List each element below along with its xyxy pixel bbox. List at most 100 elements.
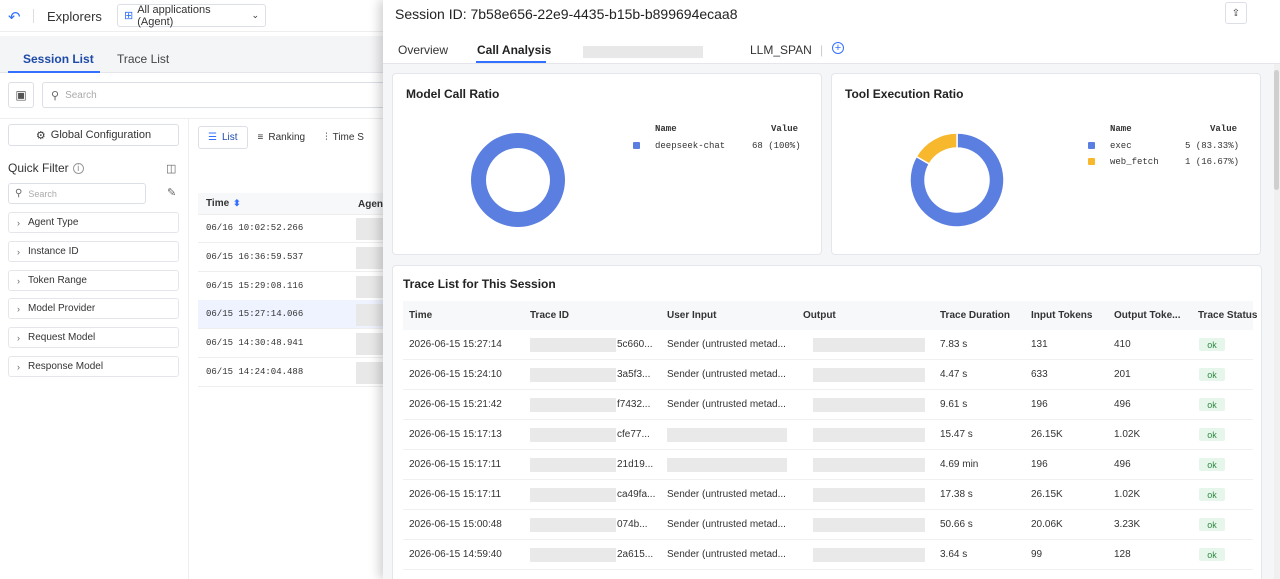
column-header-trace-duration[interactable]: Trace Duration	[940, 310, 1010, 321]
legend-item-name: web_fetch	[1110, 157, 1159, 167]
column-header-output[interactable]: Output	[803, 310, 836, 321]
redacted-output	[813, 458, 925, 472]
global-configuration-label: Global Configuration	[50, 129, 152, 141]
redacted-tab[interactable]	[583, 46, 703, 58]
trace-table-header: Time Trace ID User Input Output Trace Du…	[403, 301, 1257, 330]
export-button[interactable]: ⇪	[1225, 2, 1247, 24]
trace-time: 2026-06-15 14:59:40	[409, 549, 502, 560]
trace-output-tokens: 201	[1114, 369, 1131, 380]
session-time: 06/15 15:27:14.066	[206, 309, 304, 319]
sort-icon[interactable]: ⬍	[233, 198, 241, 209]
column-header-trace-id[interactable]: Trace ID	[530, 310, 569, 321]
status-badge: ok	[1199, 548, 1225, 561]
info-icon[interactable]: i	[72, 162, 84, 174]
add-tab-icon[interactable]: +	[832, 42, 844, 54]
donut-slice-web_fetch[interactable]	[915, 132, 958, 166]
trace-output-tokens: 1.02K	[1114, 429, 1141, 440]
edit-icon[interactable]: ✎	[167, 186, 176, 199]
chevron-right-icon: ›	[17, 332, 20, 343]
search-icon: ⚲	[15, 188, 23, 199]
filter-model-provider[interactable]: › Model Provider	[8, 298, 179, 319]
scrollbar-thumb[interactable]	[1274, 70, 1279, 190]
redacted-trace-id	[530, 518, 616, 532]
filter-toggle-button[interactable]: ▣	[8, 82, 34, 108]
filter-token-range[interactable]: › Token Range	[8, 270, 179, 291]
active-tab-indicator	[476, 61, 546, 63]
filter-label: Token Range	[28, 275, 87, 286]
tab-llm-span[interactable]: LLM_SPAN	[750, 43, 812, 57]
collapse-panel-icon[interactable]: ◫	[166, 162, 176, 175]
session-time: 06/15 16:36:59.537	[206, 252, 304, 262]
column-header-trace-status[interactable]: Trace Status	[1198, 310, 1257, 321]
status-badge: ok	[1199, 518, 1225, 531]
tab-overview[interactable]: Overview	[398, 43, 448, 57]
trace-input-tokens: 26.15K	[1031, 429, 1063, 440]
session-table-header: Time ⬍	[198, 193, 383, 215]
trace-output-tokens: 496	[1114, 399, 1131, 410]
trace-input-tokens: 633	[1031, 369, 1048, 380]
redacted-cell	[356, 333, 383, 355]
session-detail-drawer: Session ID: 7b58e656-22e9-4435-b15b-b899…	[383, 0, 1280, 579]
redacted-output	[813, 368, 925, 382]
redacted-trace-id	[530, 428, 616, 442]
view-tab-time-series[interactable]: ⫶ Time S	[315, 126, 374, 149]
ranking-icon: ≡	[257, 132, 264, 143]
filter-response-model[interactable]: › Response Model	[8, 356, 179, 377]
breadcrumb-explorers[interactable]: Explorers	[47, 9, 102, 24]
search-input[interactable]: ⚲ Search	[42, 82, 383, 108]
legend-name-header: Name	[1110, 124, 1132, 134]
trace-row[interactable]: 2026-06-15 15:17:13 cfe77... 15.47 s 26.15K…	[403, 420, 1253, 450]
status-badge: ok	[1199, 428, 1225, 441]
view-tab-ranking[interactable]: ≡ Ranking	[248, 126, 316, 149]
call-analysis-body: Model Call Ratio Name Value deepseek-cha…	[383, 64, 1280, 579]
legend-item-name: exec	[1110, 141, 1132, 151]
agent-column-header[interactable]: Agen	[358, 199, 383, 210]
tab-session-list[interactable]: Session List	[23, 52, 94, 66]
trace-user-input: Sender (untrusted metad...	[667, 519, 786, 530]
column-header-user-input[interactable]: User Input	[667, 310, 716, 321]
grid-icon: ⊞	[124, 10, 134, 22]
trace-duration: 4.69 min	[940, 459, 979, 470]
quick-filter-label: Quick Filter	[8, 161, 69, 175]
redacted-cell	[356, 218, 383, 240]
settings-icon: ⚙	[35, 129, 46, 142]
trace-row[interactable]: 2026-06-15 15:24:10 3a5f3... Sender (untru…	[403, 360, 1253, 390]
column-header-input-tokens[interactable]: Input Tokens	[1031, 310, 1092, 321]
time-column-header[interactable]: Time	[206, 198, 229, 209]
filter-request-model[interactable]: › Request Model	[8, 327, 179, 348]
trace-row[interactable]: 2026-06-15 14:59:40 2a615... Sender (untru…	[403, 540, 1253, 570]
trace-row[interactable]: 2026-06-15 15:17:11 ca49fa... Sender (untr…	[403, 480, 1253, 510]
trace-time: 2026-06-15 15:17:11	[409, 489, 502, 500]
model-call-ratio-card: Model Call Ratio Name Value deepseek-cha…	[392, 73, 822, 255]
filter-instance-id[interactable]: › Instance ID	[8, 241, 179, 262]
trace-user-input: Sender (untrusted metad...	[667, 399, 786, 410]
legend-name-header: Name	[655, 124, 677, 134]
trace-id: 074b...	[617, 519, 648, 530]
status-badge: ok	[1199, 338, 1225, 351]
filter-agent-type[interactable]: › Agent Type	[8, 212, 179, 233]
trace-row[interactable]: 2026-06-15 15:00:48 074b... Sender (untrus…	[403, 510, 1253, 540]
trace-duration: 3.64 s	[940, 549, 968, 560]
trace-row[interactable]: 2026-06-15 15:27:14 5c660... Sender (untru…	[403, 330, 1253, 360]
redacted-output	[813, 398, 925, 412]
trace-row[interactable]: 2026-06-15 15:21:42 f7432... Sender (untru…	[403, 390, 1253, 420]
view-tab-list[interactable]: ☰ List	[198, 126, 248, 149]
column-header-output-tokens[interactable]: Output Toke...	[1114, 310, 1180, 321]
back-icon[interactable]: ↶	[8, 8, 21, 26]
tab-call-analysis[interactable]: Call Analysis	[477, 43, 551, 57]
trace-duration: 15.47 s	[940, 429, 973, 440]
trace-user-input: Sender (untrusted metad...	[667, 369, 786, 380]
trace-row[interactable]: 2026-06-15 15:17:11 21d19... 4.69 min 196 49…	[403, 450, 1253, 480]
tab-trace-list[interactable]: Trace List	[117, 52, 169, 66]
redacted-output	[813, 548, 925, 562]
quick-filter-search-input[interactable]: ⚲ Search	[8, 183, 146, 204]
redacted-output	[813, 338, 925, 352]
global-configuration-button[interactable]: ⚙ Global Configuration	[8, 124, 179, 146]
session-time: 06/15 14:24:04.488	[206, 367, 304, 377]
trace-input-tokens: 196	[1031, 459, 1048, 470]
redacted-cell	[356, 304, 383, 326]
column-header-time[interactable]: Time	[409, 310, 432, 321]
app-selector[interactable]: ⊞ All applications (Agent) ⌄	[117, 4, 266, 28]
donut-slice-deepseek-chat[interactable]	[470, 133, 565, 227]
trace-input-tokens: 20.06K	[1031, 519, 1063, 530]
